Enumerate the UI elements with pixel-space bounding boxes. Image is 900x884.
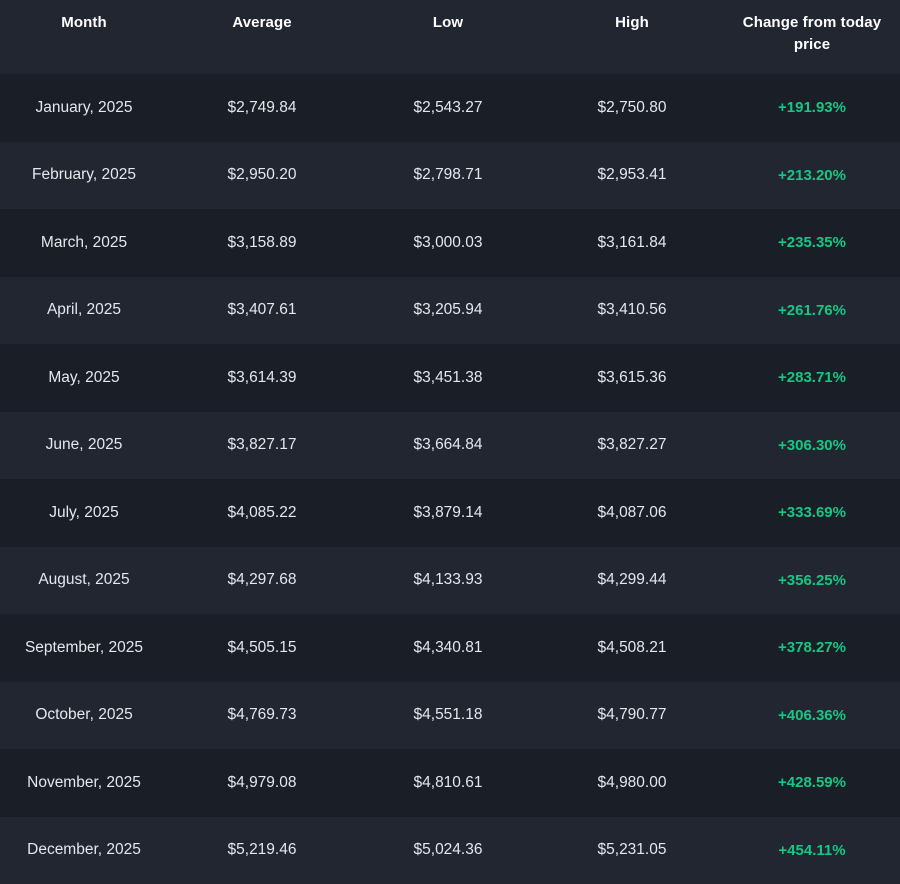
cell-change: +454.11% — [724, 817, 900, 884]
cell-month: April, 2025 — [0, 277, 168, 345]
cell-average: $3,407.61 — [168, 277, 356, 345]
cell-month: September, 2025 — [0, 614, 168, 682]
column-header-month[interactable]: Month — [0, 0, 168, 74]
table-row: October, 2025$4,769.73$4,551.18$4,790.77… — [0, 682, 900, 750]
cell-change: +378.27% — [724, 614, 900, 682]
cell-change: +356.25% — [724, 547, 900, 615]
cell-high: $3,161.84 — [540, 209, 724, 277]
cell-change: +235.35% — [724, 209, 900, 277]
cell-high: $2,750.80 — [540, 74, 724, 142]
cell-month: July, 2025 — [0, 479, 168, 547]
cell-low: $4,810.61 — [356, 749, 540, 817]
column-header-high[interactable]: High — [540, 0, 724, 74]
cell-low: $5,024.36 — [356, 817, 540, 884]
cell-average: $4,979.08 — [168, 749, 356, 817]
cell-low: $3,205.94 — [356, 277, 540, 345]
cell-change: +261.76% — [724, 277, 900, 345]
cell-average: $3,827.17 — [168, 412, 356, 480]
table-row: May, 2025$3,614.39$3,451.38$3,615.36+283… — [0, 344, 900, 412]
cell-high: $3,827.27 — [540, 412, 724, 480]
cell-high: $4,508.21 — [540, 614, 724, 682]
cell-month: June, 2025 — [0, 412, 168, 480]
table-row: December, 2025$5,219.46$5,024.36$5,231.0… — [0, 817, 900, 884]
cell-high: $2,953.41 — [540, 142, 724, 210]
cell-high: $3,615.36 — [540, 344, 724, 412]
cell-low: $3,451.38 — [356, 344, 540, 412]
table-body: January, 2025$2,749.84$2,543.27$2,750.80… — [0, 74, 900, 884]
cell-month: January, 2025 — [0, 74, 168, 142]
cell-month: February, 2025 — [0, 142, 168, 210]
cell-high: $4,790.77 — [540, 682, 724, 750]
cell-average: $4,769.73 — [168, 682, 356, 750]
table-row: July, 2025$4,085.22$3,879.14$4,087.06+33… — [0, 479, 900, 547]
cell-average: $3,614.39 — [168, 344, 356, 412]
cell-month: November, 2025 — [0, 749, 168, 817]
cell-low: $2,798.71 — [356, 142, 540, 210]
cell-change: +283.71% — [724, 344, 900, 412]
column-header-low[interactable]: Low — [356, 0, 540, 74]
cell-low: $2,543.27 — [356, 74, 540, 142]
cell-change: +306.30% — [724, 412, 900, 480]
cell-average: $4,297.68 — [168, 547, 356, 615]
cell-high: $3,410.56 — [540, 277, 724, 345]
cell-low: $4,133.93 — [356, 547, 540, 615]
cell-month: October, 2025 — [0, 682, 168, 750]
cell-average: $2,749.84 — [168, 74, 356, 142]
cell-average: $2,950.20 — [168, 142, 356, 210]
table-row: January, 2025$2,749.84$2,543.27$2,750.80… — [0, 74, 900, 142]
table-header-row: Month Average Low High Change from today… — [0, 0, 900, 74]
price-forecast-table: Month Average Low High Change from today… — [0, 0, 900, 884]
cell-change: +406.36% — [724, 682, 900, 750]
cell-low: $3,664.84 — [356, 412, 540, 480]
cell-average: $4,505.15 — [168, 614, 356, 682]
cell-change: +191.93% — [724, 74, 900, 142]
column-header-change[interactable]: Change from today price — [724, 0, 900, 74]
cell-low: $4,551.18 — [356, 682, 540, 750]
column-header-average[interactable]: Average — [168, 0, 356, 74]
cell-month: March, 2025 — [0, 209, 168, 277]
cell-change: +428.59% — [724, 749, 900, 817]
cell-low: $3,000.03 — [356, 209, 540, 277]
cell-month: May, 2025 — [0, 344, 168, 412]
cell-high: $4,299.44 — [540, 547, 724, 615]
cell-month: August, 2025 — [0, 547, 168, 615]
table-row: September, 2025$4,505.15$4,340.81$4,508.… — [0, 614, 900, 682]
cell-average: $4,085.22 — [168, 479, 356, 547]
table-row: November, 2025$4,979.08$4,810.61$4,980.0… — [0, 749, 900, 817]
cell-change: +213.20% — [724, 142, 900, 210]
table-row: March, 2025$3,158.89$3,000.03$3,161.84+2… — [0, 209, 900, 277]
cell-high: $5,231.05 — [540, 817, 724, 884]
cell-low: $4,340.81 — [356, 614, 540, 682]
cell-month: December, 2025 — [0, 817, 168, 884]
table-row: February, 2025$2,950.20$2,798.71$2,953.4… — [0, 142, 900, 210]
table-row: August, 2025$4,297.68$4,133.93$4,299.44+… — [0, 547, 900, 615]
cell-high: $4,087.06 — [540, 479, 724, 547]
table-row: June, 2025$3,827.17$3,664.84$3,827.27+30… — [0, 412, 900, 480]
cell-low: $3,879.14 — [356, 479, 540, 547]
cell-average: $3,158.89 — [168, 209, 356, 277]
table-row: April, 2025$3,407.61$3,205.94$3,410.56+2… — [0, 277, 900, 345]
cell-high: $4,980.00 — [540, 749, 724, 817]
cell-average: $5,219.46 — [168, 817, 356, 884]
table-header: Month Average Low High Change from today… — [0, 0, 900, 74]
cell-change: +333.69% — [724, 479, 900, 547]
